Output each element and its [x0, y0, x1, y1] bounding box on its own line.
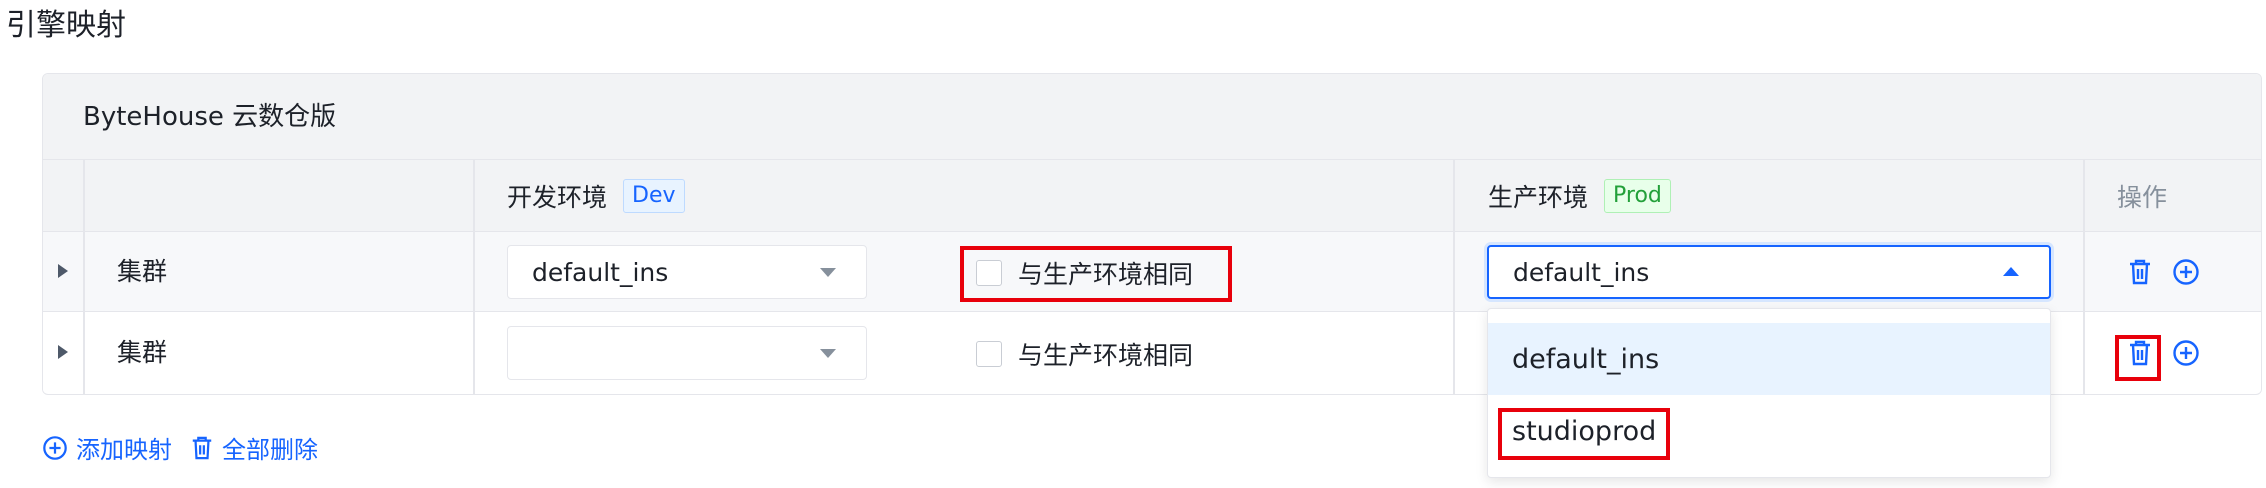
card-header: ByteHouse 云数仓版: [43, 74, 2261, 160]
column-divider: [473, 160, 475, 394]
trash-icon: [2130, 259, 2150, 285]
header-actions: 操作: [2117, 183, 2168, 212]
trash-icon: [2130, 340, 2150, 366]
plus-circle-icon: [43, 435, 67, 460]
add-mapping-label: 添加映射: [76, 436, 172, 464]
delete-row-button[interactable]: [2125, 338, 2155, 368]
row-name: 集群: [117, 257, 168, 286]
add-mapping-link[interactable]: 添加映射: [42, 430, 172, 465]
table-header-row: 开发环境 Dev 生产环境 Prod 操作: [43, 160, 2261, 232]
prod-select-value: default_ins: [1513, 257, 1650, 287]
same-as-prod-label: 与生产环境相同: [1018, 341, 1194, 370]
checkbox-box[interactable]: [976, 260, 1002, 286]
dev-select[interactable]: default_ins: [507, 245, 867, 299]
chevron-down-icon: [820, 349, 836, 358]
row-name: 集群: [117, 338, 168, 367]
dev-select[interactable]: [507, 326, 867, 380]
header-prod: 生产环境 Prod: [1488, 160, 1671, 232]
prod-tag: Prod: [1604, 179, 1671, 213]
card-title: ByteHouse 云数仓版: [83, 102, 337, 132]
delete-row-button[interactable]: [2125, 257, 2155, 287]
same-as-prod-checkbox[interactable]: 与生产环境相同: [976, 255, 1193, 291]
column-divider: [2083, 160, 2085, 394]
page-title: 引擎映射: [6, 8, 126, 43]
same-as-prod-checkbox[interactable]: 与生产环境相同: [976, 336, 1193, 372]
header-dev: 开发环境 Dev: [507, 160, 685, 232]
dev-select-value: default_ins: [532, 257, 669, 287]
table-row: 集群 default_ins 与生产环境相同 default_ins: [43, 232, 2261, 312]
add-row-button[interactable]: [2171, 338, 2201, 368]
checkbox-box[interactable]: [976, 341, 1002, 367]
expand-icon[interactable]: [55, 264, 69, 280]
header-prod-label: 生产环境: [1488, 183, 1589, 212]
plus-circle-icon: [2173, 259, 2199, 285]
delete-all-link[interactable]: 全部删除: [190, 430, 318, 465]
footer-actions: 添加映射 全部删除: [42, 430, 336, 465]
column-divider: [1453, 160, 1455, 394]
prod-select-dropdown: default_ins studioprod: [1487, 308, 2051, 478]
chevron-down-icon: [820, 268, 836, 277]
column-divider: [83, 160, 85, 394]
plus-circle-icon: [2173, 340, 2199, 366]
header-dev-label: 开发环境: [507, 183, 608, 212]
expand-icon[interactable]: [55, 345, 69, 361]
prod-select[interactable]: default_ins: [1487, 245, 2051, 299]
dropdown-option[interactable]: default_ins: [1488, 323, 2050, 395]
dev-tag: Dev: [623, 179, 685, 213]
add-row-button[interactable]: [2171, 257, 2201, 287]
trash-icon: [192, 436, 212, 459]
same-as-prod-label: 与生产环境相同: [1018, 260, 1194, 289]
delete-all-label: 全部删除: [222, 436, 318, 464]
dropdown-option[interactable]: studioprod: [1488, 395, 2050, 467]
chevron-up-icon: [2003, 267, 2019, 276]
